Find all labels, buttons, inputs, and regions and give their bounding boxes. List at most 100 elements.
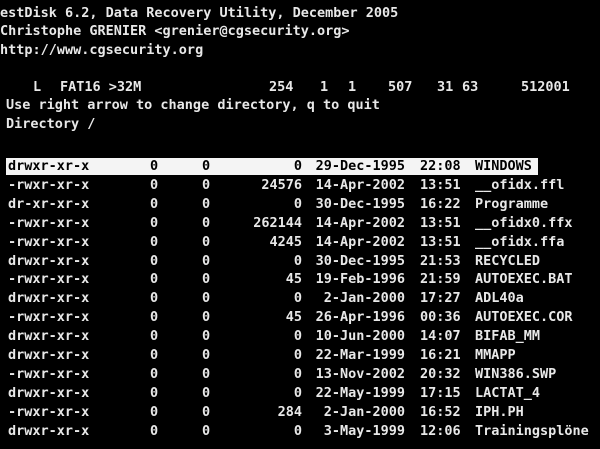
directory-entry[interactable]: drwxr-xr-x 0 0 0 22-May-1999 17:15 LACTAT_4 (0, 384, 600, 402)
partition-sec-start: 1 (348, 79, 357, 95)
entry-permissions: drwxr-xr-x (8, 347, 90, 363)
entry-uid: 0 (150, 328, 159, 345)
entry-name: __ofidx.ffa (475, 233, 565, 250)
entry-size: 0 (293, 347, 302, 363)
entry-uid: 0 (150, 403, 159, 420)
entry-uid: 0 (150, 214, 159, 231)
entry-gid: 0 (202, 271, 211, 288)
entry-time: 20:32 (420, 365, 461, 382)
entry-uid: 0 (150, 158, 159, 174)
directory-entry[interactable]: -rwxr-xr-x 0 0 4245 14-Apr-2002 13:51 __ofidx.… (0, 233, 600, 251)
entry-size: 0 (293, 365, 302, 382)
entry-size: 284 (277, 403, 302, 420)
entry-uid: 0 (150, 290, 159, 307)
entry-size: 262144 (253, 214, 302, 231)
entry-date: 13-Nov-2002 (315, 365, 405, 382)
entry-permissions: -rwxr-xr-x (8, 309, 90, 326)
entry-time: 13:51 (420, 176, 461, 193)
entry-date: 2-Jan-2000 (323, 403, 405, 420)
entry-date: 14-Apr-2002 (315, 176, 405, 193)
entry-uid: 0 (150, 233, 159, 250)
entry-gid: 0 (202, 365, 211, 382)
entry-date: 10-Jun-2000 (315, 328, 405, 345)
entry-name: ADL40a (475, 290, 524, 307)
directory-entry[interactable]: -rwxr-xr-x 0 0 45 26-Apr-1996 00:36 AUTOEXEC.C… (0, 308, 600, 326)
entry-permissions: drwxr-xr-x (8, 422, 90, 439)
entry-gid: 0 (202, 158, 211, 174)
entry-name: AUTOEXEC.COR (475, 309, 573, 326)
partition-flag: L (33, 79, 42, 95)
entry-size: 0 (293, 422, 302, 439)
entry-permissions: -rwxr-xr-x (8, 403, 90, 420)
entry-permissions: drwxr-xr-x (8, 328, 90, 345)
current-directory: Directory / (6, 116, 96, 132)
entry-date: 2-Jan-2000 (323, 290, 405, 307)
partition-type: FAT16 >32M (60, 79, 142, 95)
directory-entry[interactable]: drwxr-xr-x 0 0 0 2-Jan-2000 17:27 ADL40a (0, 289, 600, 307)
entry-size: 0 (293, 158, 302, 174)
program-title: estDisk 6.2, Data Recovery Utility, Dece… (0, 5, 399, 21)
entry-size: 0 (293, 252, 302, 269)
directory-entry[interactable]: drwxr-xr-x 0 0 0 29-Dec-1995 22:08 WINDOWS (0, 157, 600, 175)
directory-entry[interactable]: -rwxr-xr-x 0 0 24576 14-Apr-2002 13:51 __ofidx… (0, 176, 600, 194)
entry-size: 0 (293, 328, 302, 345)
partition-cyl-end: 507 (388, 79, 413, 95)
entry-size: 0 (293, 290, 302, 307)
directory-entry[interactable]: -rwxr-xr-x 0 0 45 19-Feb-1996 21:59 AUTOEXEC.B… (0, 270, 600, 288)
entry-gid: 0 (202, 347, 211, 363)
entry-name: MMAPP (475, 347, 516, 363)
website-line: http://www.cgsecurity.org (0, 42, 204, 58)
entry-permissions: drwxr-xr-x (8, 290, 90, 307)
entry-date: 3-May-1999 (323, 422, 405, 439)
directory-entry[interactable]: dr-xr-xr-x 0 0 0 30-Dec-1995 16:22 Programme (0, 195, 600, 213)
entry-name: LACTAT_4 (475, 384, 541, 401)
entry-uid: 0 (150, 271, 159, 288)
entry-time: 13:51 (420, 233, 461, 250)
entry-date: 30-Dec-1995 (315, 252, 405, 269)
entry-uid: 0 (150, 252, 159, 269)
entry-time: 17:15 (420, 384, 461, 401)
entry-uid: 0 (150, 195, 159, 212)
entry-name: WIN386.SWP (475, 365, 557, 382)
directory-entry[interactable]: drwxr-xr-x 0 0 0 22-Mar-1999 16:21 MMAPP (0, 346, 600, 364)
directory-entry[interactable]: -rwxr-xr-x 0 0 284 2-Jan-2000 16:52 IPH.PH (0, 403, 600, 421)
entry-name: AUTOEXEC.BAT (475, 271, 573, 288)
entry-permissions: drwxr-xr-x (8, 252, 90, 269)
partition-sec-end: 63 (462, 79, 479, 95)
entry-time: 16:21 (420, 347, 461, 363)
entry-time: 13:51 (420, 214, 461, 231)
directory-entry[interactable]: -rwxr-xr-x 0 0 262144 14-Apr-2002 13:51 __ofid… (0, 214, 600, 232)
entry-gid: 0 (202, 384, 211, 401)
entry-permissions: -rwxr-xr-x (8, 214, 90, 231)
entry-gid: 0 (202, 176, 211, 193)
entry-gid: 0 (202, 290, 211, 307)
entry-gid: 0 (202, 195, 211, 212)
entry-name: __ofidx0.ffx (475, 214, 573, 231)
entry-permissions: drwxr-xr-x (8, 384, 90, 401)
entry-permissions: -rwxr-xr-x (8, 176, 90, 193)
directory-entry[interactable]: drwxr-xr-x 0 0 0 10-Jun-2000 14:07 BIFAB_MM (0, 327, 600, 345)
entry-date: 14-Apr-2002 (315, 214, 405, 231)
entry-name: Trainingsplöne (475, 422, 589, 439)
partition-head-end: 31 (437, 79, 454, 95)
directory-entry[interactable]: drwxr-xr-x 0 0 0 3-May-1999 12:06 Trainingsplö… (0, 422, 600, 440)
entry-uid: 0 (150, 347, 159, 363)
entry-permissions: dr-xr-xr-x (8, 195, 90, 212)
entry-date: 26-Apr-1996 (315, 309, 405, 326)
entry-date: 14-Apr-2002 (315, 233, 405, 250)
entry-size: 24576 (261, 176, 302, 193)
entry-name: BIFAB_MM (475, 328, 541, 345)
terminal-screen: estDisk 6.2, Data Recovery Utility, Dece… (0, 0, 600, 449)
entry-gid: 0 (202, 252, 211, 269)
partition-cyl-start: 254 (269, 79, 294, 95)
entry-time: 21:59 (420, 271, 461, 288)
directory-entry[interactable]: drwxr-xr-x 0 0 0 30-Dec-1995 21:53 RECYCLED (0, 252, 600, 270)
directory-entry[interactable]: -rwxr-xr-x 0 0 0 13-Nov-2002 20:32 WIN386.SWP (0, 365, 600, 383)
partition-size: 512001 (521, 79, 570, 95)
entry-permissions: -rwxr-xr-x (8, 233, 90, 250)
entry-size: 45 (285, 309, 302, 326)
entry-gid: 0 (202, 422, 211, 439)
entry-size: 45 (285, 271, 302, 288)
help-text: Use right arrow to change directory, q t… (6, 97, 380, 113)
entry-date: 30-Dec-1995 (315, 195, 405, 212)
